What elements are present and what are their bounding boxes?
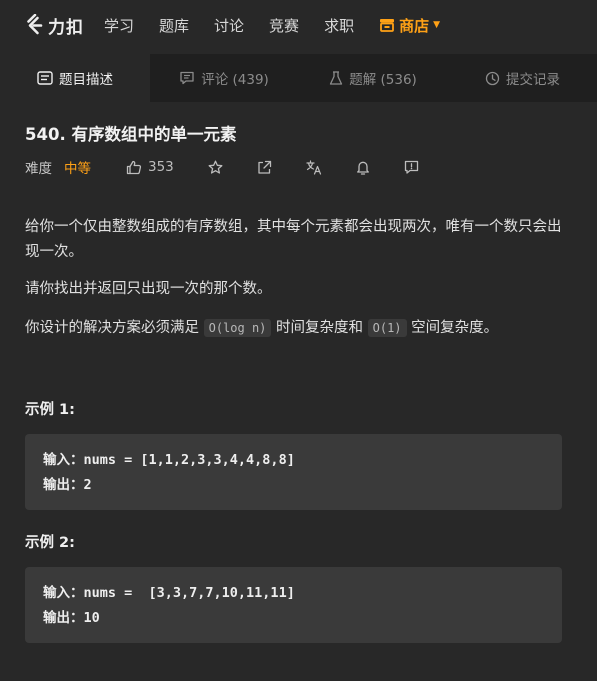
output-label: 输出： xyxy=(43,477,84,493)
problem-meta: 难度 中等 353 xyxy=(25,155,565,179)
difficulty-badge: 中等 xyxy=(64,161,91,177)
star-icon xyxy=(208,160,223,174)
like-button[interactable]: 353 xyxy=(126,159,174,175)
example-1-box: 输入：nums = [1,1,2,3,3,4,4,8,8] 输出：2 xyxy=(25,434,562,510)
chevron-down-icon: ▼ xyxy=(433,20,441,30)
nav-item-jobs[interactable]: 求职 xyxy=(324,15,354,36)
nav-item-discuss[interactable]: 讨论 xyxy=(214,15,244,36)
notify-button[interactable] xyxy=(356,160,370,175)
description-icon xyxy=(37,71,53,85)
example-2-output-line: 输出：10 xyxy=(43,606,544,631)
store-label: 商店 xyxy=(399,16,430,35)
nav-store-dropdown[interactable]: 商店 ▼ xyxy=(379,15,440,36)
example-2-title: 示例 2: xyxy=(25,535,75,551)
inline-code-time: O(log n) xyxy=(203,319,272,337)
example-1-input: nums = [1,1,2,3,3,4,4,8,8] xyxy=(83,452,295,468)
like-count: 353 xyxy=(148,159,174,175)
problem-title: 540. 有序数组中的单一元素 xyxy=(25,125,237,144)
example-1-title: 示例 1: xyxy=(25,402,75,418)
tab-description[interactable]: 题目描述 xyxy=(0,54,150,102)
leetcode-logo[interactable]: 力扣 xyxy=(24,0,84,50)
leetcode-logo-icon xyxy=(27,14,43,35)
difficulty-label: 难度 xyxy=(25,161,52,177)
share-button[interactable] xyxy=(257,160,272,175)
share-icon xyxy=(258,160,271,174)
input-label: 输入： xyxy=(43,452,84,468)
bell-icon xyxy=(356,161,369,175)
problem-tabs: 题目描述 评论 (439) 题解 (536) 提交记录 xyxy=(0,54,597,102)
description-paragraph-1: 给你一个仅由整数组成的有序数组，其中每个元素都会出现两次，唯有一个数只会出现一次… xyxy=(25,219,562,260)
top-navbar: 力扣 学习 题库 讨论 竞赛 求职 商店 ▼ xyxy=(0,0,597,50)
example-1-output: 2 xyxy=(83,477,92,493)
inline-code-space: O(1) xyxy=(367,319,407,337)
nav-item-problems[interactable]: 题库 xyxy=(159,15,189,36)
tab-solutions[interactable]: 题解 (536) xyxy=(298,54,448,102)
example-1-input-line: 输入：nums = [1,1,2,3,3,4,4,8,8] xyxy=(43,448,544,473)
logo-text: 力扣 xyxy=(48,17,84,38)
favorite-button[interactable] xyxy=(208,160,223,175)
output-label: 输出： xyxy=(43,610,84,626)
tab-label: 提交记录 xyxy=(506,72,560,88)
example-2-input: nums = [3,3,7,7,10,11,11] xyxy=(83,585,295,601)
example-2-output: 10 xyxy=(83,610,100,626)
text: 你设计的解决方案必须满足 xyxy=(25,320,204,336)
store-icon xyxy=(380,19,395,32)
example-2-input-line: 输入：nums = [3,3,7,7,10,11,11] xyxy=(43,581,544,606)
thumbs-up-icon xyxy=(126,160,142,174)
text: 空间复杂度。 xyxy=(406,320,499,336)
translate-button[interactable] xyxy=(306,159,322,175)
tab-comments[interactable]: 评论 (439) xyxy=(150,54,298,102)
comment-icon xyxy=(180,71,194,85)
text: 时间复杂度和 xyxy=(271,320,368,336)
flask-icon xyxy=(330,70,343,85)
history-icon xyxy=(485,71,500,85)
example-1-output-line: 输出：2 xyxy=(43,473,544,498)
tab-label: 题目描述 xyxy=(59,72,113,88)
input-label: 输入： xyxy=(43,585,84,601)
translate-icon xyxy=(306,159,321,175)
tab-label: 评论 (439) xyxy=(201,72,269,88)
feedback-icon xyxy=(404,160,418,174)
example-2-box: 输入：nums = [3,3,7,7,10,11,11] 输出：10 xyxy=(25,567,562,643)
feedback-button[interactable] xyxy=(404,160,419,175)
nav-item-contest[interactable]: 竞赛 xyxy=(269,15,299,36)
nav-item-learn[interactable]: 学习 xyxy=(104,15,134,36)
tab-submissions[interactable]: 提交记录 xyxy=(448,54,597,102)
tab-label: 题解 (536) xyxy=(349,72,417,88)
description-paragraph-3: 你设计的解决方案必须满足 O(log n) 时间复杂度和 O(1) 空间复杂度。 xyxy=(25,316,570,341)
description-paragraph-2: 请你找出并返回只出现一次的那个数。 xyxy=(25,281,272,297)
